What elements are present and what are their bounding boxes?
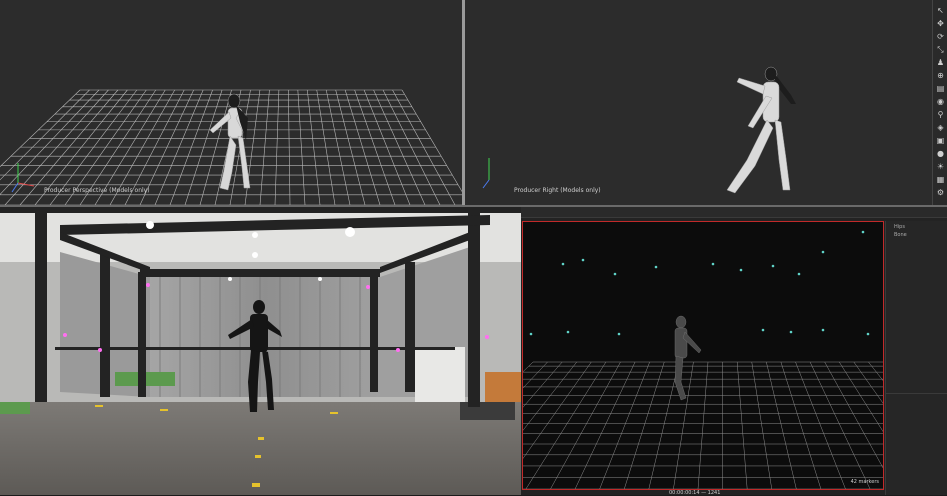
side-panel-header: Hips	[894, 224, 905, 230]
camera-marker	[797, 272, 801, 276]
camera-marker	[581, 258, 585, 262]
pose-icon[interactable]: ♟	[936, 58, 945, 67]
camera-marker	[771, 264, 775, 268]
camera-marker	[654, 265, 658, 269]
camera-marker	[561, 262, 565, 266]
camera-marker	[866, 332, 870, 336]
camera-marker	[821, 250, 825, 254]
cube-icon[interactable]: ▣	[936, 136, 945, 145]
camera-marker	[761, 328, 765, 332]
camera-marker	[861, 230, 865, 234]
camera-marker	[613, 272, 617, 276]
mocap-viewer-panel: 42 markers Hips Bone 00:00:00:14 — 1241	[521, 207, 947, 496]
viewport-label-right: Producer Right (Models only)	[514, 187, 601, 194]
mocap-corner-info: 42 markers	[850, 479, 879, 485]
viewport-perspective[interactable]: Producer Perspective (Models only)	[0, 0, 462, 205]
camera-marker	[566, 330, 570, 334]
camera-marker	[529, 332, 533, 336]
side-panel-subheader: Bone	[894, 232, 907, 238]
studio-scene	[0, 207, 521, 495]
tool-palette: ↖ ✥ ⟳ ⤡ ♟ ⊕ ▤ ◉ ⚲ ◈ ▣ ● ☀ ▦ ⚙	[932, 0, 947, 205]
settings-icon[interactable]: ⚙	[936, 188, 945, 197]
axis-gizmo-right	[482, 158, 490, 189]
scale-icon[interactable]: ⤡	[936, 45, 945, 54]
sphere-icon[interactable]: ●	[936, 149, 945, 158]
camera-marker	[617, 332, 621, 336]
camera-marker	[789, 330, 793, 334]
axis-gizmo-perspective	[11, 163, 35, 193]
side-panel-separator	[886, 393, 947, 394]
right-view-scene	[482, 66, 796, 194]
transform-icon[interactable]: ⊕	[936, 71, 945, 80]
side-panel: Hips Bone	[885, 221, 947, 495]
cursor-icon[interactable]: ↖	[936, 6, 945, 15]
character-model-right	[726, 66, 796, 194]
skeleton-icon[interactable]: ⚲	[936, 110, 945, 119]
rotate-icon[interactable]: ⟳	[936, 32, 945, 41]
camera-marker	[739, 268, 743, 272]
mocap-3d-view[interactable]: 42 markers	[522, 221, 884, 490]
mocap-footer-info: 00:00:00:14 — 1241	[669, 490, 721, 496]
camera-marker	[711, 262, 715, 266]
viewport-label-perspective: Producer Perspective (Models only)	[44, 187, 150, 194]
marker-icon[interactable]: ◈	[936, 123, 945, 132]
move-icon[interactable]: ✥	[936, 19, 945, 28]
reference-video-feed	[0, 207, 521, 495]
light-icon[interactable]: ☀	[936, 162, 945, 171]
perspective-grid	[0, 89, 462, 205]
grid-icon[interactable]: ▦	[936, 175, 945, 184]
camera-marker	[821, 328, 825, 332]
viewport-right[interactable]: Producer Right (Models only)	[465, 0, 932, 205]
layer-icon[interactable]: ▤	[936, 84, 945, 93]
camera-icon[interactable]: ◉	[936, 97, 945, 106]
solved-actor	[674, 315, 702, 401]
mocap-toolbar	[521, 207, 947, 218]
